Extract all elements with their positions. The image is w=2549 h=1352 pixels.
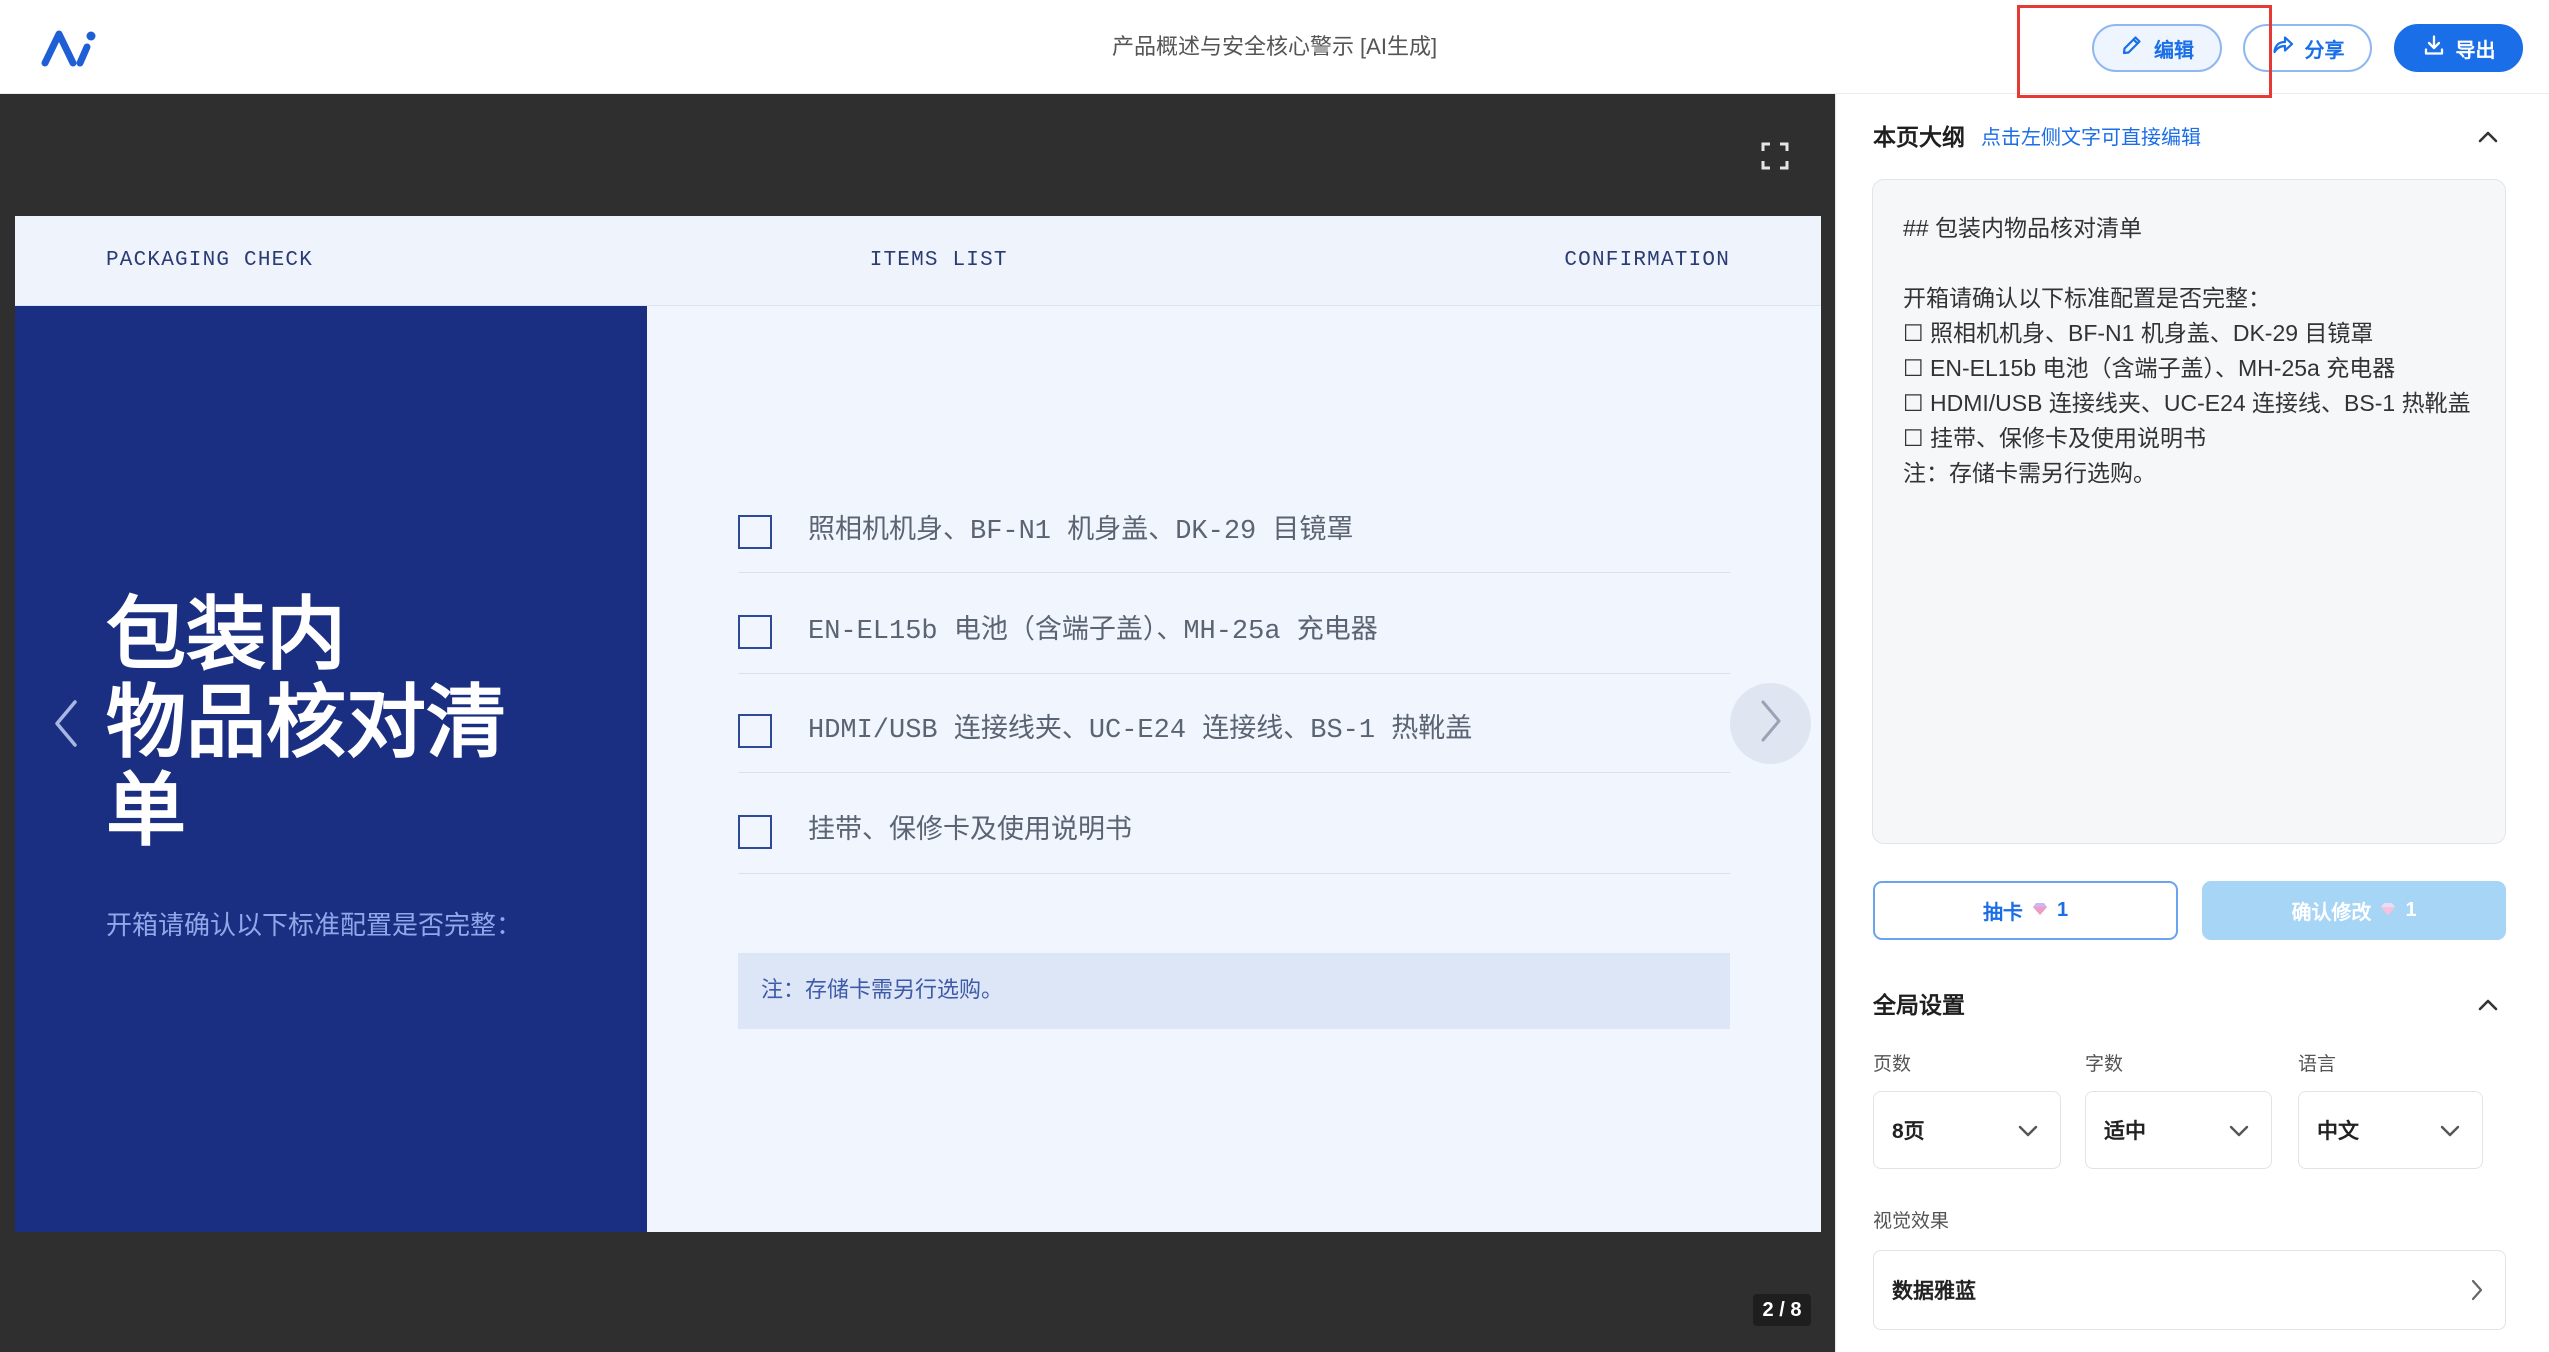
slide-preview[interactable]: PACKAGING CHECK ITEMS LIST CONFIRMATION … [15, 216, 1821, 1232]
language-value: 中文 [2317, 1120, 2359, 1143]
confirm-edit-button[interactable]: 确认修改 1 [2202, 881, 2506, 940]
divider [738, 873, 1730, 874]
visual-style-select[interactable]: 数据雅蓝 [1873, 1250, 2506, 1330]
language-select[interactable]: 中文 [2298, 1091, 2483, 1169]
checkbox[interactable] [738, 815, 772, 849]
next-slide-button[interactable] [1730, 683, 1811, 764]
checklist-item[interactable]: 照相机机身、BF-N1 机身盖、DK-29 目镜罩 [808, 512, 1353, 552]
outline-heading: 本页大纲 [1873, 124, 1965, 150]
outline-hint: 点击左侧文字可直接编辑 [1981, 127, 2201, 149]
confirm-cost: 1 [2405, 899, 2417, 921]
global-settings-heading: 全局设置 [1873, 992, 1965, 1018]
settings-panel: 本页大纲 点击左侧文字可直接编辑 ## 包装内物品核对清单 开箱请确认以下标准配… [1835, 94, 2549, 1352]
slide-topbar-center[interactable]: ITEMS LIST [870, 249, 1008, 272]
divider [738, 572, 1730, 573]
share-button[interactable]: 分享 [2243, 24, 2372, 72]
edit-button[interactable]: 编辑 [2092, 24, 2222, 72]
language-label: 语言 [2298, 1054, 2337, 1075]
share-button-label: 分享 [2304, 39, 2345, 62]
chevron-up-icon[interactable] [2476, 130, 2500, 144]
visual-style-value: 数据雅蓝 [1892, 1280, 1976, 1303]
slide-note[interactable]: 注：存储卡需另行选购。 [738, 953, 1730, 1029]
checklist-item[interactable]: 挂带、保修卡及使用说明书 [808, 812, 1132, 852]
divider [738, 673, 1730, 674]
draw-card-cost: 1 [2056, 899, 2069, 921]
slide-title-line: 单 [106, 763, 186, 857]
slide-checklist-area [647, 306, 1821, 1232]
outline-editor[interactable]: ## 包装内物品核对清单 开箱请确认以下标准配置是否完整： ☐ 照相机机身、BF… [1872, 179, 2506, 844]
slide-title-line: 物品核对清 [106, 675, 506, 769]
page-indicator: 2 / 8 [1753, 1294, 1811, 1326]
gem-icon [2032, 899, 2048, 922]
share-icon [2271, 33, 2295, 63]
export-button-label: 导出 [2455, 39, 2496, 62]
chevron-left-icon[interactable] [54, 699, 78, 748]
fullscreen-icon[interactable] [1761, 142, 1789, 170]
edit-button-label: 编辑 [2154, 39, 2194, 62]
confirm-label: 确认修改 [2291, 902, 2372, 924]
draw-card-label: 抽卡 [1982, 902, 2023, 924]
chevron-right-icon [1760, 699, 1782, 748]
top-header: 产品概述与安全核心警示 [AI生成] 编辑 分享 导出 [0, 0, 2549, 94]
export-button[interactable]: 导出 [2394, 24, 2523, 72]
checklist-item[interactable]: EN-EL15b 电池（含端子盖）、MH-25a 充电器 [808, 612, 1378, 652]
checkbox[interactable] [738, 714, 772, 748]
word-count-label: 字数 [2085, 1054, 2124, 1075]
pages-value: 8页 [1892, 1120, 1925, 1143]
slide-title[interactable]: 包装内 物品核对清 单 [106, 590, 636, 854]
word-count-select[interactable]: 适中 [2085, 1091, 2272, 1169]
pages-label: 页数 [1873, 1054, 1912, 1075]
checkbox[interactable] [738, 615, 772, 649]
checkbox[interactable] [738, 515, 772, 549]
visual-style-label: 视觉效果 [1873, 1211, 1950, 1232]
checklist-item[interactable]: HDMI/USB 连接线夹、UC-E24 连接线、BS-1 热靴盖 [808, 711, 1472, 751]
word-count-value: 适中 [2104, 1120, 2146, 1143]
slide-subtitle[interactable]: 开箱请确认以下标准配置是否完整： [106, 908, 522, 944]
slide-topbar-right[interactable]: CONFIRMATION [1564, 249, 1730, 272]
pencil-icon [2120, 33, 2144, 63]
draw-card-button[interactable]: 抽卡 1 [1873, 881, 2178, 940]
slide-top-bar: PACKAGING CHECK ITEMS LIST CONFIRMATION [15, 216, 1821, 306]
divider [738, 772, 1730, 773]
gem-icon [2380, 899, 2396, 922]
slide-topbar-left[interactable]: PACKAGING CHECK [106, 249, 313, 272]
pages-select[interactable]: 8页 [1873, 1091, 2061, 1169]
chevron-up-icon[interactable] [2476, 998, 2500, 1012]
slide-title-line: 包装内 [106, 587, 346, 681]
download-icon [2422, 33, 2446, 63]
